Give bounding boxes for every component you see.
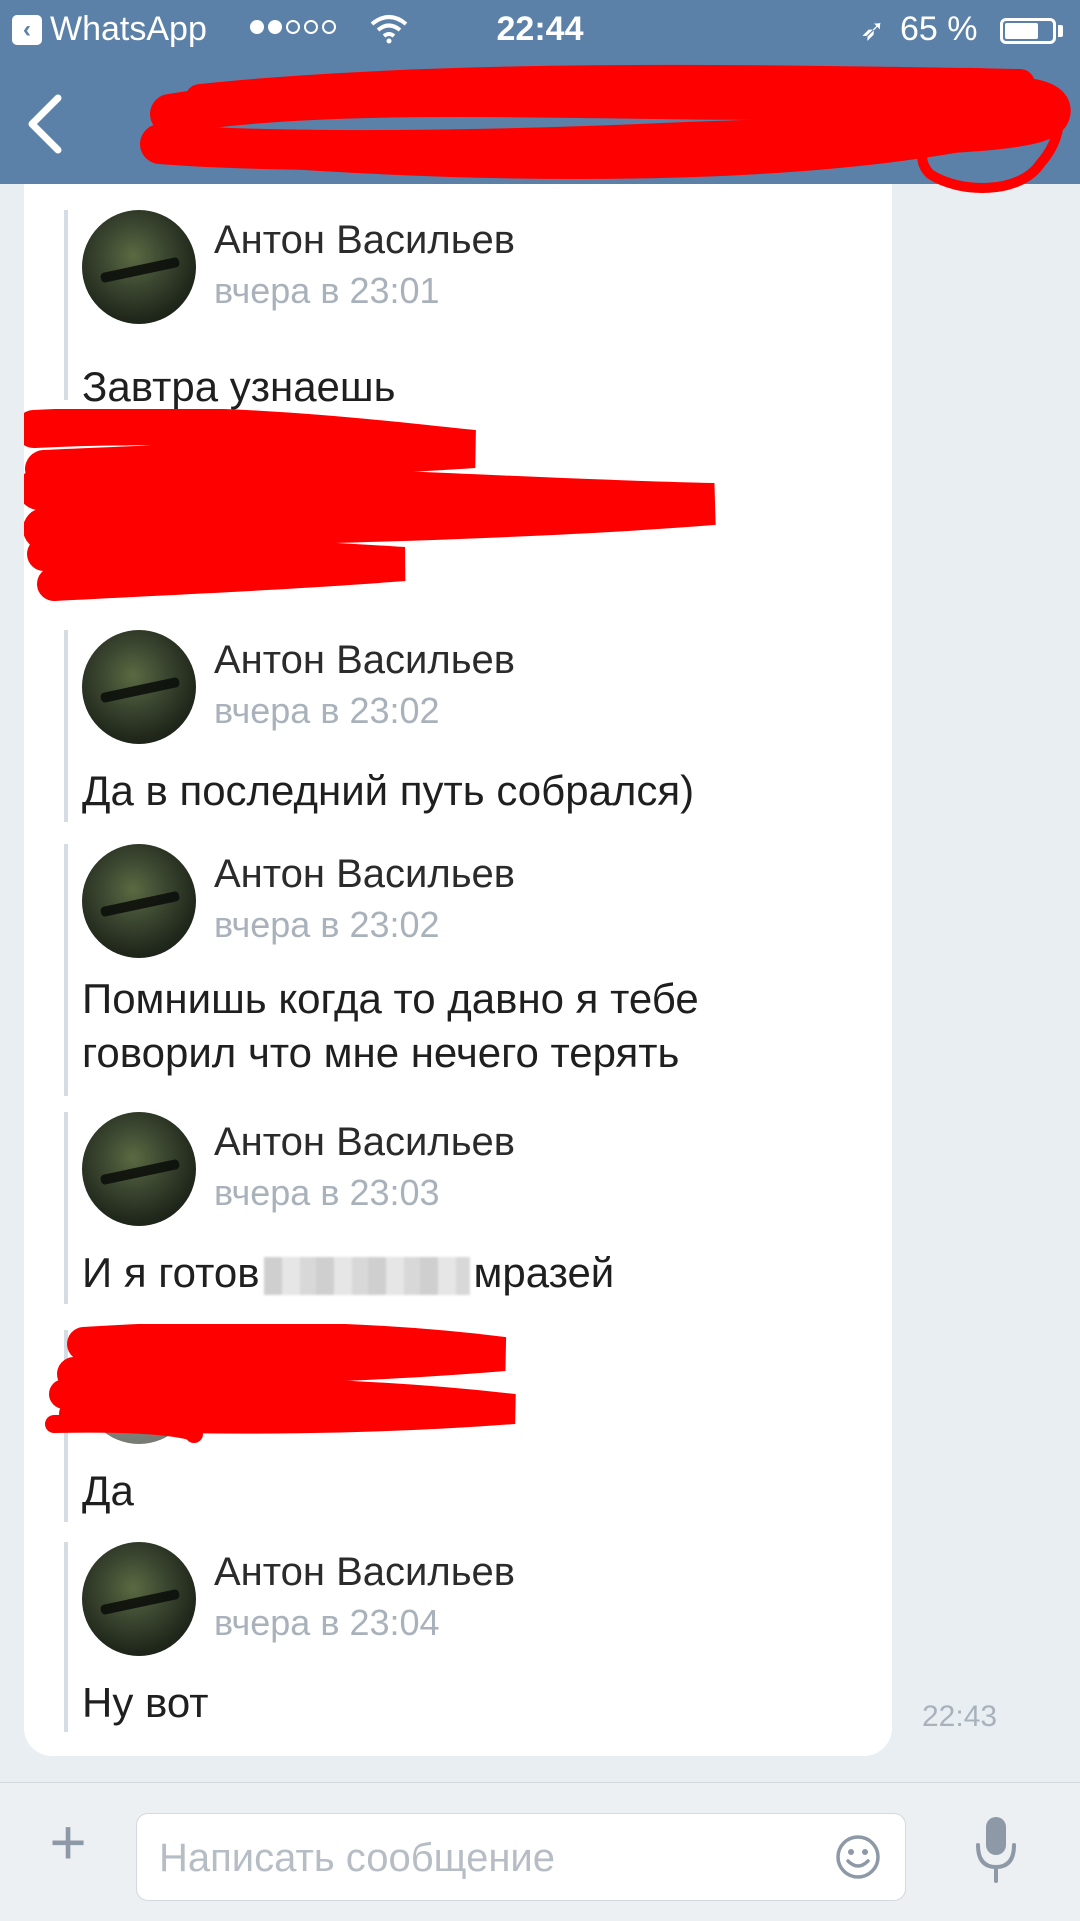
composer-bar: + Написать сообщение [0, 1782, 1080, 1921]
avatar[interactable] [82, 1330, 196, 1444]
status-bar: ‹ WhatsApp 22:44 ➶ 65 % [0, 0, 1080, 60]
message-text-before: И я готов [82, 1249, 260, 1296]
back-icon[interactable] [14, 84, 74, 164]
message-text: Завтра узнаешь [82, 363, 396, 410]
sender-name[interactable]: Антон Васильев [214, 638, 515, 683]
message-input-placeholder: Написать сообщение [159, 1836, 556, 1880]
battery-percentage: 65 % [900, 10, 978, 48]
message: Антон Васильев вчера в 23:01 Завтра узна… [64, 210, 884, 410]
message: Антон Васильев вчера в 23:03 И я готов мр… [64, 1112, 884, 1304]
sender-name[interactable]: Антон Васильев [214, 1120, 515, 1165]
avatar[interactable] [82, 210, 196, 324]
message: Антон Васильев вчера в 23:04 Ну вот [64, 1542, 884, 1732]
message: Антон Васильев вчера в 23:02 Да в послед… [64, 630, 884, 822]
battery-icon [1000, 18, 1056, 44]
avatar[interactable] [82, 630, 196, 744]
avatar[interactable] [82, 1112, 196, 1226]
microphone-icon[interactable] [968, 1811, 1024, 1891]
message-text: говорил что мне нечего терять [82, 1029, 680, 1076]
message-text: Да [82, 1467, 134, 1514]
message-input[interactable]: Написать сообщение [136, 1813, 906, 1901]
sender-name[interactable]: Антон Васильев [214, 218, 515, 263]
message-time: вчера в 23:01 [214, 270, 440, 311]
message-time: вчера в 23:02 [214, 690, 440, 731]
last-message-time: 22:43 [922, 1700, 998, 1733]
message-text: Да в последний путь собрался) [82, 767, 695, 814]
location-icon: ➶ [860, 14, 886, 47]
avatar[interactable] [82, 1542, 196, 1656]
avatar[interactable] [82, 844, 196, 958]
message: Да [64, 1330, 884, 1522]
message-text: Помнишь когда то давно я тебе [82, 975, 699, 1022]
message-time: вчера в 23:04 [214, 1602, 440, 1643]
censored-word [263, 1256, 470, 1295]
sender-name[interactable]: Антон Васильев [214, 852, 515, 897]
message-text-after: мразей [473, 1249, 615, 1296]
message-time: вчера в 23:02 [214, 904, 440, 945]
message-text: Ну вот [82, 1679, 209, 1726]
message: Антон Васильев вчера в 23:02 Помнишь ког… [64, 844, 884, 1096]
plus-icon[interactable]: + [38, 1810, 98, 1874]
message-list[interactable]: Антон Васильев вчера в 23:01 Завтра узна… [24, 184, 892, 1756]
chat-header [0, 60, 1080, 184]
sender-name[interactable]: Антон Васильев [214, 1550, 515, 1595]
redaction-scribble [24, 409, 716, 601]
emoji-icon[interactable] [833, 1832, 883, 1882]
message-time: вчера в 23:03 [214, 1172, 440, 1213]
message-text: И я готов мразей [82, 1246, 614, 1300]
